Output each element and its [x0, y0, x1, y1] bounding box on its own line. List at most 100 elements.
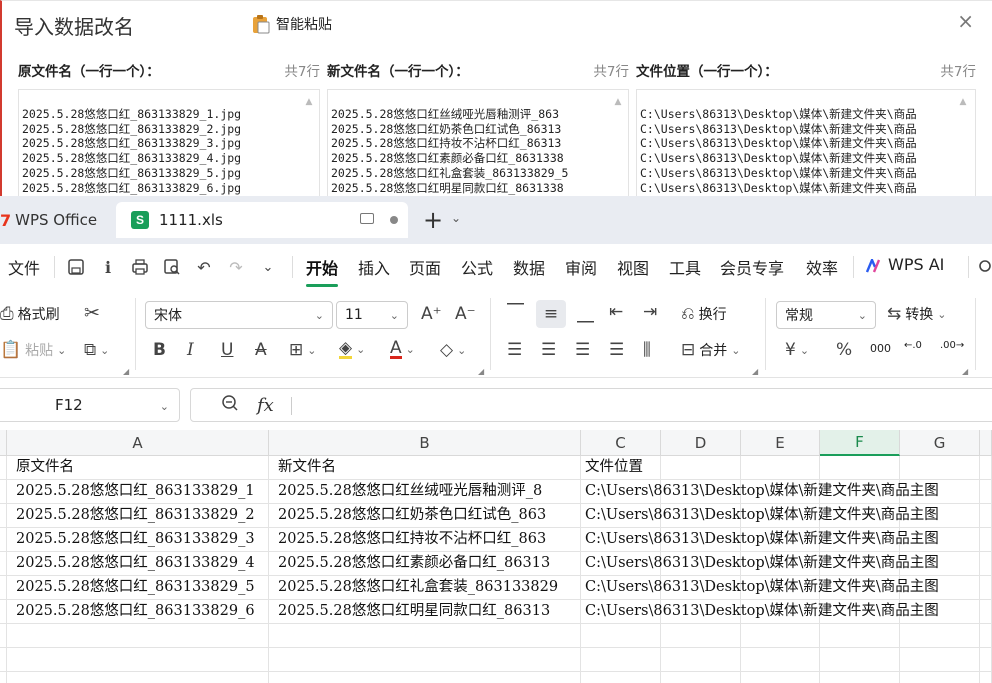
fill-color-icon[interactable]: ◈ ⌄: [339, 340, 365, 359]
align-left-icon[interactable]: ☰: [507, 340, 522, 360]
strikethrough-icon[interactable]: A: [255, 340, 267, 360]
column-header-b[interactable]: B: [269, 430, 581, 456]
table-cell[interactable]: 2025.5.28悠悠口红明星同款口红_86313: [269, 600, 581, 624]
decrease-indent-icon[interactable]: ⇤: [609, 302, 623, 322]
justify-icon[interactable]: ☰: [609, 340, 624, 360]
chevron-down-icon[interactable]: ⌄: [258, 257, 278, 277]
column-header-d[interactable]: D: [661, 430, 741, 456]
table-cell[interactable]: 2025.5.28悠悠口红_863133829_6: [7, 600, 269, 624]
table-cell[interactable]: [0, 504, 7, 528]
table-cell[interactable]: [820, 648, 900, 672]
name-box[interactable]: F12 ⌄: [0, 388, 180, 422]
distributed-icon[interactable]: ⫼: [643, 340, 651, 360]
tab-home[interactable]: 开始: [306, 255, 339, 287]
table-cell[interactable]: C:\Users\86313\Desktop\媒体\新建文件夹\商品主图: [581, 504, 939, 528]
table-cell[interactable]: [581, 672, 661, 683]
print-icon[interactable]: [130, 257, 150, 277]
expand-corner-icon[interactable]: ◢: [752, 367, 758, 376]
table-cell[interactable]: [0, 672, 7, 683]
expand-corner-icon[interactable]: ◢: [478, 367, 484, 376]
table-cell[interactable]: [980, 600, 992, 624]
table-cell[interactable]: [741, 672, 820, 683]
table-cell[interactable]: C:\Users\86313\Desktop\媒体\新建文件夹\商品主图: [581, 600, 939, 624]
unsaved-dot-icon[interactable]: [390, 216, 398, 224]
table-cell[interactable]: [0, 600, 7, 624]
table-cell[interactable]: [980, 624, 992, 648]
scroll-up-icon[interactable]: ▲: [610, 94, 626, 110]
save-icon[interactable]: [66, 257, 86, 277]
table-cell[interactable]: [980, 504, 992, 528]
table-cell[interactable]: [980, 480, 992, 504]
table-cell[interactable]: [0, 456, 7, 480]
table-cell[interactable]: [820, 624, 900, 648]
formula-input[interactable]: fx: [190, 388, 992, 422]
table-cell[interactable]: 原文件名: [7, 456, 269, 480]
table-cell[interactable]: [900, 648, 980, 672]
table-cell[interactable]: [980, 552, 992, 576]
table-cell[interactable]: [741, 648, 820, 672]
table-cell[interactable]: [7, 648, 269, 672]
monitor-icon[interactable]: [360, 213, 374, 224]
column-header-h[interactable]: [980, 430, 992, 456]
original-names-textarea[interactable]: 2025.5.28悠悠口红_863133829_1.jpg 2025.5.28悠…: [18, 89, 320, 197]
table-cell[interactable]: [0, 624, 7, 648]
table-cell[interactable]: C:\Users\86313\Desktop\媒体\新建文件夹\商品主图: [581, 576, 939, 600]
table-cell[interactable]: [741, 624, 820, 648]
table-cell[interactable]: [980, 456, 992, 480]
table-cell[interactable]: [581, 648, 661, 672]
table-cell[interactable]: 2025.5.28悠悠口红_863133829_2: [7, 504, 269, 528]
align-bottom-icon[interactable]: ⎽: [577, 304, 594, 324]
table-cell[interactable]: 2025.5.28悠悠口红_863133829_3: [7, 528, 269, 552]
table-cell[interactable]: [7, 672, 269, 683]
share-icon[interactable]: ℹ: [98, 257, 118, 277]
convert-button[interactable]: ⇆ 转换 ⌄: [887, 304, 946, 324]
table-cell[interactable]: 2025.5.28悠悠口红持妆不沾杯口红_863: [269, 528, 581, 552]
table-cell[interactable]: [980, 672, 992, 683]
new-tab-button[interactable]: +: [423, 206, 443, 234]
search-icon[interactable]: [976, 257, 992, 277]
column-header-c[interactable]: C: [581, 430, 661, 456]
table-cell[interactable]: 2025.5.28悠悠口红礼盒套装_863133829: [269, 576, 581, 600]
table-cell[interactable]: [820, 456, 900, 480]
borders-icon[interactable]: ⊞ ⌄: [289, 340, 316, 360]
table-cell[interactable]: [741, 456, 820, 480]
increase-font-icon[interactable]: A⁺: [421, 304, 442, 324]
cut-icon[interactable]: ✂: [84, 302, 100, 324]
tab-view[interactable]: 视图: [617, 255, 649, 279]
tab-review[interactable]: 审阅: [565, 255, 597, 279]
table-cell[interactable]: 2025.5.28悠悠口红奶茶色口红试色_863: [269, 504, 581, 528]
clear-format-icon[interactable]: ◇ ⌄: [440, 340, 466, 360]
merge-button[interactable]: ⊟ 合并 ⌄: [681, 340, 740, 360]
document-tab[interactable]: S 1111.xls: [116, 202, 408, 238]
table-cell[interactable]: [0, 648, 7, 672]
align-top-icon[interactable]: ⎺: [507, 302, 524, 322]
scroll-up-icon[interactable]: ▲: [955, 94, 971, 110]
decrease-font-icon[interactable]: A⁻: [455, 304, 476, 324]
table-cell[interactable]: 2025.5.28悠悠口红_863133829_4: [7, 552, 269, 576]
table-cell[interactable]: 2025.5.28悠悠口红素颜必备口红_86313: [269, 552, 581, 576]
menu-file[interactable]: 文件: [8, 255, 40, 279]
paste-button[interactable]: 📋 粘贴 ⌄: [0, 340, 66, 360]
zoom-icon[interactable]: [221, 394, 239, 416]
close-icon[interactable]: ×: [957, 9, 974, 33]
thousands-separator-button[interactable]: 000: [870, 342, 891, 355]
table-cell[interactable]: C:\Users\86313\Desktop\媒体\新建文件夹\商品主图: [581, 528, 939, 552]
format-painter-button[interactable]: ⎙ 格式刷: [0, 304, 60, 324]
column-header-g[interactable]: G: [900, 430, 980, 456]
wrap-text-button[interactable]: ⎌ 换行: [681, 304, 727, 324]
increase-indent-icon[interactable]: ⇥: [643, 302, 657, 322]
expand-corner-icon[interactable]: ◢: [123, 367, 129, 376]
table-cell[interactable]: [900, 624, 980, 648]
table-cell[interactable]: [0, 552, 7, 576]
print-preview-icon[interactable]: [162, 257, 182, 277]
scroll-up-icon[interactable]: ▲: [301, 94, 317, 110]
table-cell[interactable]: [980, 576, 992, 600]
table-cell[interactable]: [269, 672, 581, 683]
number-format-select[interactable]: 常规 ⌄: [776, 301, 876, 329]
table-cell[interactable]: [661, 672, 741, 683]
table-cell[interactable]: C:\Users\86313\Desktop\媒体\新建文件夹\商品主图: [581, 480, 939, 504]
table-cell[interactable]: [581, 624, 661, 648]
currency-icon[interactable]: ¥ ⌄: [785, 340, 809, 360]
tab-member[interactable]: 会员专享: [720, 255, 784, 279]
table-cell[interactable]: [661, 624, 741, 648]
